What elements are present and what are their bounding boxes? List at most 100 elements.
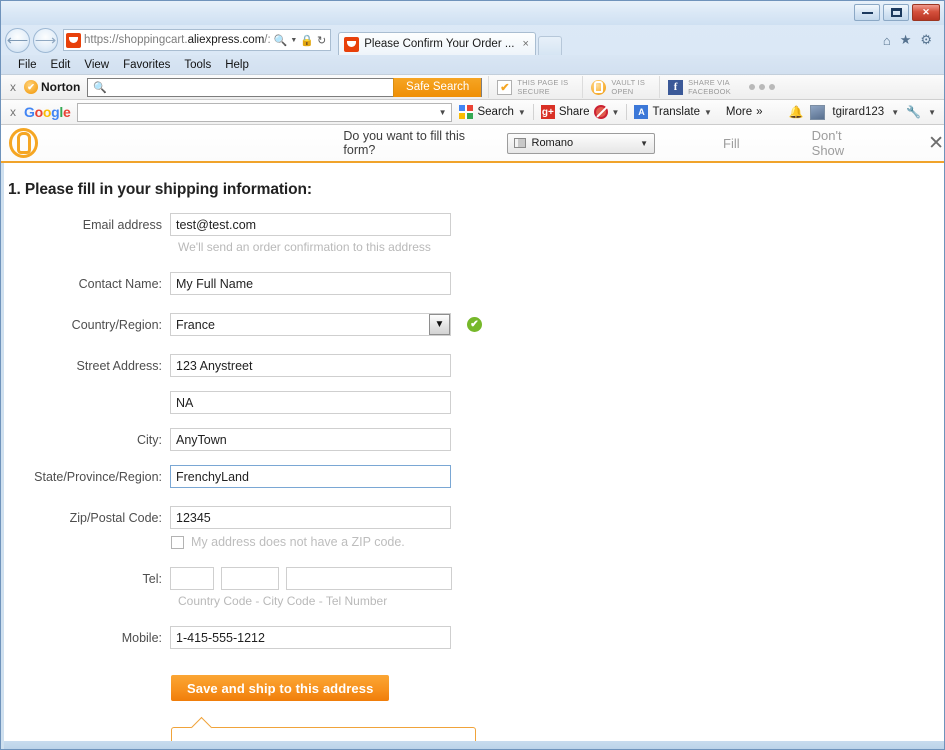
browser-tool-icons: ⌂ ★ ⚙: [883, 32, 940, 48]
field-row-email: Email address test@test.com: [4, 213, 944, 236]
maximize-button[interactable]: [883, 4, 909, 21]
refresh-icon[interactable]: ↻: [317, 34, 326, 47]
autofill-close-icon[interactable]: ✕: [928, 132, 944, 155]
contact-name-field[interactable]: My Full Name: [170, 272, 451, 295]
chevron-down-icon[interactable]: ▼: [429, 314, 450, 335]
search-icon[interactable]: 🔍: [274, 34, 288, 47]
norton-search-box[interactable]: 🔍 Safe Search: [87, 77, 483, 97]
title-bar: ✕: [1, 1, 944, 25]
chevron-down-icon[interactable]: ▼: [290, 37, 297, 44]
norton-toolbar-close-button[interactable]: x: [7, 80, 24, 94]
back-button[interactable]: ⟵: [5, 27, 30, 53]
autofill-fill-button[interactable]: Fill: [723, 136, 740, 151]
label-city: City:: [137, 432, 162, 447]
chevron-down-icon[interactable]: ▼: [704, 108, 712, 117]
field-row-country: Country/Region: France ▼ ✔: [4, 313, 944, 336]
norton-status-page-secure[interactable]: ✔ THIS PAGE IS SECURE: [488, 76, 576, 98]
google-share-button[interactable]: g+ Share ▼: [534, 105, 627, 119]
autofill-profile-dropdown[interactable]: Romano ▼: [506, 132, 656, 154]
tab-close-icon[interactable]: ×: [522, 38, 528, 50]
tel-country-code-field[interactable]: [170, 567, 214, 590]
menu-favorites[interactable]: Favorites: [116, 59, 177, 71]
google-account-name[interactable]: tgirard123: [832, 106, 884, 118]
navigation-bar: ⟵ ⟶ https://shoppingcart.aliexpress.com/…: [1, 25, 944, 55]
menu-help[interactable]: Help: [218, 59, 256, 71]
chevron-down-icon[interactable]: ▼: [439, 108, 447, 117]
field-row-state: State/Province/Region: FrenchyLand: [4, 465, 944, 488]
new-tab-button[interactable]: [537, 36, 562, 55]
tab-order-confirm[interactable]: Please Confirm Your Order ... ×: [338, 32, 536, 55]
norton-status-vault[interactable]: VAULT IS OPEN: [582, 76, 653, 98]
norton-overflow-button[interactable]: [739, 84, 785, 90]
avatar[interactable]: [810, 104, 826, 120]
save-and-ship-button[interactable]: Save and ship to this address: [171, 675, 390, 701]
chevron-down-icon[interactable]: ▼: [891, 108, 899, 117]
menu-edit[interactable]: Edit: [44, 59, 78, 71]
chevron-down-icon[interactable]: ▼: [518, 108, 526, 117]
google-logo: Google: [24, 104, 71, 120]
menu-tools[interactable]: Tools: [177, 59, 218, 71]
email-field[interactable]: test@test.com: [170, 213, 451, 236]
tab-strip: Please Confirm Your Order ... ×: [338, 25, 562, 55]
norton-logo: ✔ Norton: [24, 80, 80, 94]
lock-icon: 🔒: [300, 34, 315, 47]
favorites-star-icon[interactable]: ★: [900, 32, 912, 48]
checkmark-box-icon: ✔: [497, 79, 513, 95]
google-more-button[interactable]: More »: [719, 106, 770, 118]
close-window-button[interactable]: ✕: [912, 4, 940, 21]
safe-search-button[interactable]: Safe Search: [393, 77, 482, 97]
bell-icon[interactable]: 🔔: [788, 105, 803, 119]
city-field[interactable]: AnyTown: [170, 428, 451, 451]
label-country: Country/Region:: [71, 317, 162, 332]
address-line-2-field[interactable]: NA: [170, 391, 451, 414]
green-check-icon: ✔: [467, 317, 482, 332]
no-zip-checkbox[interactable]: [171, 535, 184, 549]
label-mobile: Mobile:: [121, 630, 162, 645]
google-search-button[interactable]: Search ▼: [452, 105, 532, 119]
google-toolbar-close-button[interactable]: x: [7, 105, 24, 119]
google-translate-label: Translate: [652, 106, 700, 118]
zip-checkbox-row: My address does not have a ZIP code.: [4, 529, 944, 549]
menu-file[interactable]: File: [11, 59, 44, 71]
page-content: 1. Please fill in your shipping informat…: [1, 163, 944, 749]
wrench-icon[interactable]: 🔧: [906, 105, 921, 119]
state-field[interactable]: FrenchyLand: [170, 465, 451, 488]
home-icon[interactable]: ⌂: [883, 33, 891, 48]
url-text: https://shoppingcart.aliexpress.com/:: [84, 34, 271, 46]
address-bar-icons: 🔍 ▼ 🔒 ↻: [274, 34, 329, 47]
menu-bar: File Edit View Favorites Tools Help: [1, 55, 944, 74]
block-share-icon[interactable]: [593, 105, 608, 119]
translate-icon: A: [634, 105, 649, 119]
google-translate-button[interactable]: A Translate ▼: [627, 105, 718, 119]
country-select[interactable]: France ▼: [170, 313, 451, 336]
menu-view[interactable]: View: [77, 59, 116, 71]
norton-status-label: THIS PAGE IS SECURE: [517, 77, 569, 96]
norton-identity-safe-icon: [9, 128, 39, 158]
facebook-icon: f: [668, 79, 684, 95]
minimize-button[interactable]: [854, 4, 880, 21]
chevron-double-right-icon: »: [756, 106, 763, 118]
chevron-down-icon[interactable]: ▼: [612, 108, 620, 117]
norton-check-icon: ✔: [24, 80, 38, 94]
zip-field[interactable]: 12345: [170, 506, 451, 529]
norton-vault-label: VAULT IS OPEN: [611, 77, 646, 96]
norton-brand-label: Norton: [41, 80, 81, 94]
autofill-question: Do you want to fill this form?: [343, 129, 465, 157]
street-address-field[interactable]: 123 Anystreet: [170, 354, 451, 377]
mobile-field[interactable]: 1-415-555-1212: [170, 626, 451, 649]
tel-inputs: [170, 567, 452, 590]
shipping-form: Email address test@test.com We'll send a…: [4, 199, 944, 749]
tel-city-code-field[interactable]: [221, 567, 279, 590]
chevron-down-icon[interactable]: ▼: [928, 108, 936, 117]
tel-number-field[interactable]: [286, 567, 452, 590]
forward-button[interactable]: ⟶: [33, 27, 58, 53]
norton-share-facebook[interactable]: f SHARE VIA FACEBOOK: [659, 76, 739, 98]
address-bar[interactable]: https://shoppingcart.aliexpress.com/: 🔍 …: [63, 29, 332, 51]
google-search-input[interactable]: ▼: [77, 102, 453, 122]
google-colors-icon: [459, 105, 474, 119]
label-state: State/Province/Region:: [34, 469, 162, 484]
autofill-dont-show-button[interactable]: Don't Show: [812, 128, 876, 158]
settings-gear-icon[interactable]: ⚙: [920, 32, 932, 48]
